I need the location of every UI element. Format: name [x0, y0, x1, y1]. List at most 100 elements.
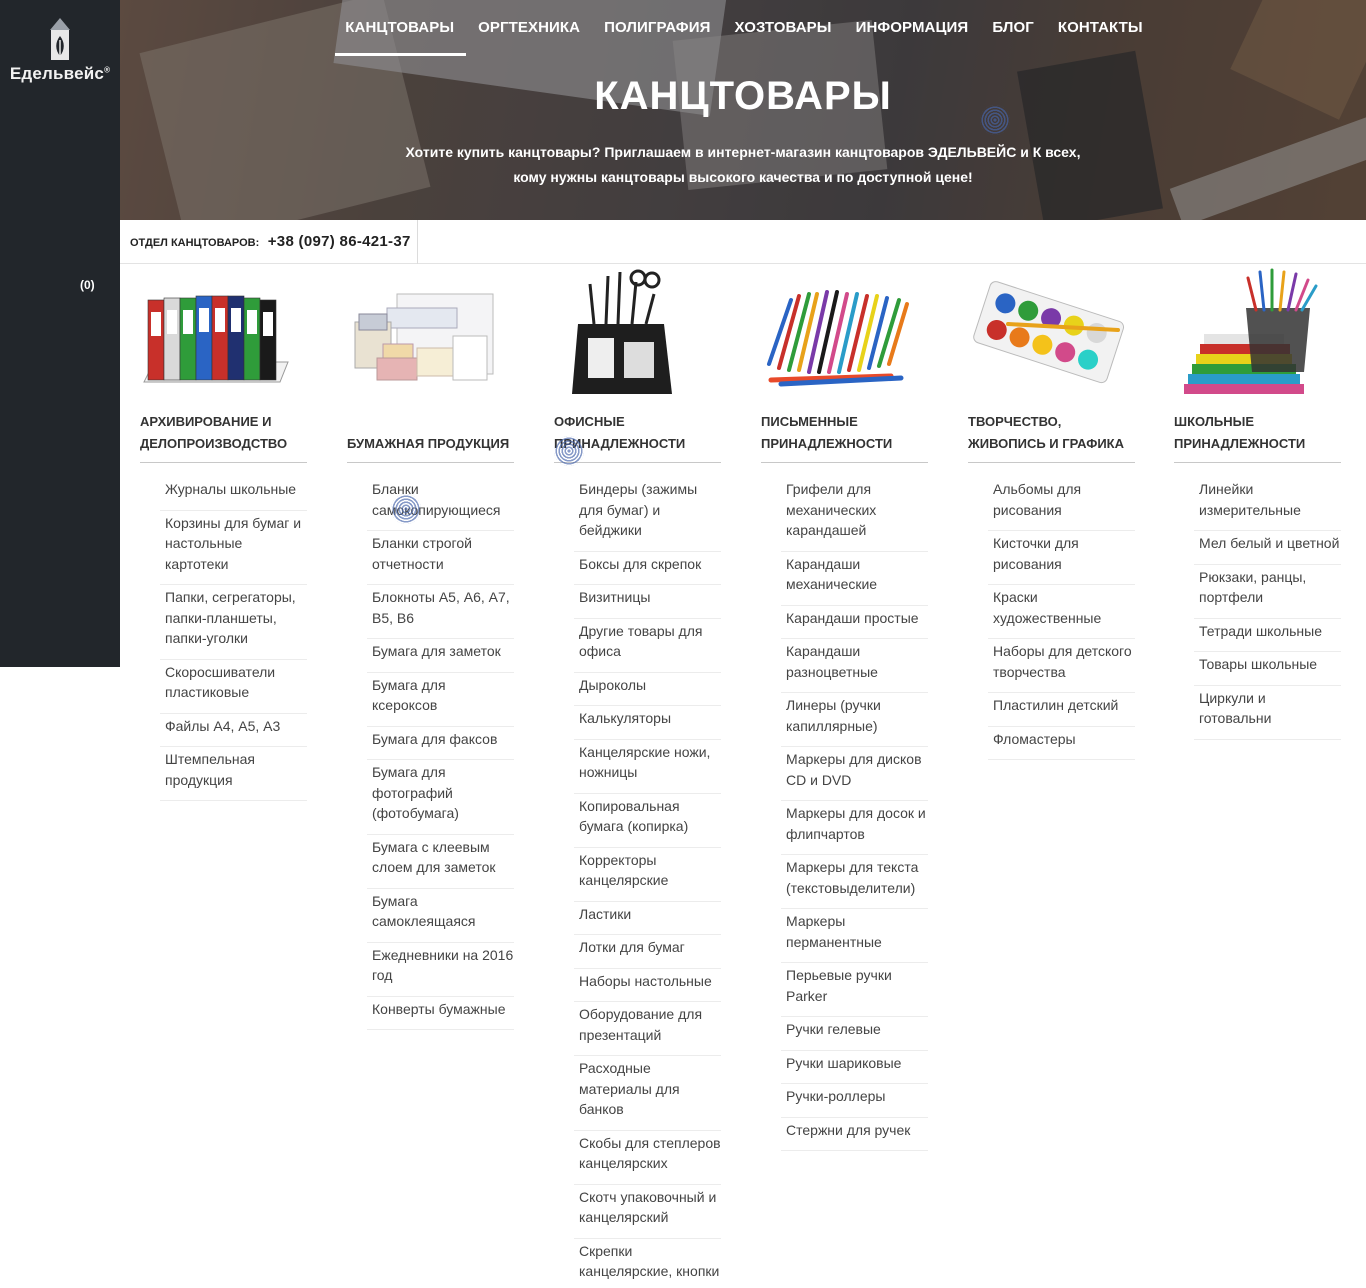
list-item[interactable]: Скоросшиватели пластиковые	[160, 661, 307, 714]
list-item[interactable]: Блокноты А5, А6, А7, В5, В6	[367, 586, 514, 639]
binders-image[interactable]	[140, 264, 307, 400]
school-supplies-image[interactable]	[1174, 264, 1341, 400]
watercolor-image[interactable]	[968, 264, 1135, 400]
list-item[interactable]: Конверты бумажные	[367, 998, 514, 1030]
list-item[interactable]: Перьевые ручки Parker	[781, 964, 928, 1017]
list-item[interactable]: Штемпельная продукция	[160, 748, 307, 801]
category-column: ОФИСНЫЕ ПРИНАДЛЕЖНОСТИ Биндеры (зажимы д…	[554, 264, 721, 1279]
category-divider	[347, 462, 514, 463]
category-title[interactable]: АРХИВИРОВАНИЕ И ДЕЛОПРОИЗВОДСТВО	[140, 411, 307, 455]
list-item[interactable]: Бумага для ксероксов	[367, 674, 514, 727]
list-item[interactable]: Маркеры для досок и флипчартов	[781, 802, 928, 855]
list-item[interactable]: Визитницы	[574, 586, 721, 619]
sidebar: Едельвейс® (0)	[0, 0, 120, 667]
list-item[interactable]: Скобы для степлеров канцелярских	[574, 1132, 721, 1185]
category-column: БУМАЖНАЯ ПРОДУКЦИЯ Бланки самокопирующие…	[347, 264, 514, 1030]
list-item[interactable]: Маркеры для текста (текстовыделители)	[781, 856, 928, 909]
list-item[interactable]: Маркеры перманентные	[781, 910, 928, 963]
loading-spinner-icon	[391, 494, 421, 524]
list-item[interactable]: Наборы для детского творчества	[988, 640, 1135, 693]
list-item[interactable]: Линейки измерительные	[1194, 479, 1341, 531]
list-item[interactable]: Корректоры канцелярские	[574, 849, 721, 902]
list-item[interactable]: Папки, сегрегаторы, папки-планшеты, папк…	[160, 586, 307, 660]
cart-count[interactable]: (0)	[80, 278, 95, 292]
desk-organizer-image[interactable]	[554, 264, 721, 400]
list-item[interactable]: Наборы настольные	[574, 970, 721, 1002]
nav-item-hoztovary[interactable]: ХОЗТОВАРЫ	[722, 0, 843, 56]
list-item[interactable]: Ластики	[574, 903, 721, 935]
list-item[interactable]: Корзины для бумаг и настольные картотеки	[160, 512, 307, 585]
list-item[interactable]: Тетради школьные	[1194, 620, 1341, 652]
nav-item-kantstovary[interactable]: КАНЦТОВАРЫ	[333, 0, 466, 56]
list-item[interactable]: Копировальная бумага (копирка)	[574, 795, 721, 848]
list-item[interactable]: Дыроколы	[574, 674, 721, 706]
list-item[interactable]: Бумага для заметок	[367, 640, 514, 673]
list-item[interactable]: Стержни для ручек	[781, 1119, 928, 1151]
hero-banner: КАНЦТОВАРЫ ОРГТЕХНИКА ПОЛИГРАФИЯ ХОЗТОВА…	[120, 0, 1366, 220]
phone-box: ОТДЕЛ КАНЦТОВАРОВ: +38 (097) 86-421-37	[120, 220, 418, 264]
list-item[interactable]: Лотки для бумаг	[574, 936, 721, 969]
list-item[interactable]: Биндеры (зажимы для бумаг) и бейджики	[574, 479, 721, 552]
list-item[interactable]: Альбомы для рисования	[988, 479, 1135, 531]
list-item[interactable]: Краски художественные	[988, 586, 1135, 639]
category-list: Бланки самокопирующиеся Бланки строгой о…	[367, 479, 514, 1031]
list-item[interactable]: Бумага с клеевым слоем для заметок	[367, 836, 514, 889]
category-list: Биндеры (зажимы для бумаг) и бейджики Бо…	[574, 479, 721, 1288]
nav-item-kontakty[interactable]: КОНТАКТЫ	[1046, 0, 1155, 56]
nav-item-orgtehnika[interactable]: ОРГТЕХНИКА	[466, 0, 592, 56]
category-column: ТВОРЧЕСТВО, ЖИВОПИСЬ И ГРАФИКА Альбомы д…	[968, 264, 1135, 760]
list-item[interactable]: Боксы для скрепок	[574, 553, 721, 585]
category-list: Грифели для механических карандашей Кара…	[781, 479, 928, 1152]
list-item[interactable]: Циркули и готовальни	[1194, 687, 1341, 740]
list-item[interactable]: Карандаши механические	[781, 553, 928, 606]
list-item[interactable]: Калькуляторы	[574, 707, 721, 740]
list-item[interactable]: Ручки шариковые	[781, 1052, 928, 1084]
category-title[interactable]: ТВОРЧЕСТВО, ЖИВОПИСЬ И ГРАФИКА	[968, 411, 1135, 455]
paper-products-image[interactable]	[347, 264, 514, 400]
list-item[interactable]: Оборудование для презентаций	[574, 1003, 721, 1056]
list-item[interactable]: Бумага для факсов	[367, 728, 514, 760]
list-item[interactable]: Скотч упаковочный и канцелярский	[574, 1186, 721, 1239]
list-item[interactable]: Журналы школьные	[160, 479, 307, 511]
logo[interactable]: Едельвейс®	[0, 16, 120, 84]
list-item[interactable]: Карандаши разноцветные	[781, 640, 928, 693]
pens-image[interactable]	[761, 264, 928, 400]
list-item[interactable]: Кисточки для рисования	[988, 532, 1135, 585]
list-item[interactable]: Ручки-роллеры	[781, 1085, 928, 1118]
category-column: ШКОЛЬНЫЕ ПРИНАДЛЕЖНОСТИ Линейки измерите…	[1174, 264, 1341, 740]
category-title[interactable]: ПИСЬМЕННЫЕ ПРИНАДЛЕЖНОСТИ	[761, 411, 928, 455]
phone-number[interactable]: +38 (097) 86-421-37	[268, 233, 411, 250]
list-item[interactable]: Мел белый и цветной	[1194, 532, 1341, 565]
nav-item-informaciya[interactable]: ИНФОРМАЦИЯ	[844, 0, 981, 56]
category-list: Альбомы для рисования Кисточки для рисов…	[988, 479, 1135, 761]
list-item[interactable]: Рюкзаки, ранцы, портфели	[1194, 566, 1341, 619]
list-item[interactable]: Другие товары для офиса	[574, 620, 721, 673]
list-item[interactable]: Бланки самокопирующиеся	[367, 479, 514, 531]
category-divider	[554, 462, 721, 463]
list-item[interactable]: Пластилин детский	[988, 694, 1135, 727]
category-title[interactable]: ШКОЛЬНЫЕ ПРИНАДЛЕЖНОСТИ	[1174, 411, 1341, 455]
nav-item-blog[interactable]: БЛОГ	[980, 0, 1046, 56]
list-item[interactable]: Скрепки канцелярские, кнопки	[574, 1240, 721, 1288]
list-item[interactable]: Ручки гелевые	[781, 1018, 928, 1051]
list-item[interactable]: Расходные материалы для банков	[574, 1057, 721, 1131]
list-item[interactable]: Грифели для механических карандашей	[781, 479, 928, 552]
nav-item-poligrafiya[interactable]: ПОЛИГРАФИЯ	[592, 0, 722, 56]
list-item[interactable]: Бумага самоклеящаяся	[367, 890, 514, 943]
hero-description: Хотите купить канцтовары? Приглашаем в и…	[405, 144, 1081, 185]
category-divider	[1174, 462, 1341, 463]
category-title[interactable]: БУМАЖНАЯ ПРОДУКЦИЯ	[347, 433, 514, 455]
list-item[interactable]: Бумага для фотографий (фотобумага)	[367, 761, 514, 835]
list-item[interactable]: Бланки строгой отчетности	[367, 532, 514, 585]
list-item[interactable]: Маркеры для дисков CD и DVD	[781, 748, 928, 801]
list-item[interactable]: Ежедневники на 2016 год	[367, 944, 514, 997]
category-list: Журналы школьные Корзины для бумаг и нас…	[160, 479, 307, 802]
page-title: КАНЦТОВАРЫ	[594, 74, 892, 118]
list-item[interactable]: Линеры (ручки капиллярные)	[781, 694, 928, 747]
category-column: АРХИВИРОВАНИЕ И ДЕЛОПРОИЗВОДСТВО Журналы…	[140, 264, 307, 801]
list-item[interactable]: Карандаши простые	[781, 607, 928, 639]
list-item[interactable]: Канцелярские ножи, ножницы	[574, 741, 721, 794]
list-item[interactable]: Файлы А4, А5, А3	[160, 715, 307, 747]
list-item[interactable]: Товары школьные	[1194, 653, 1341, 686]
list-item[interactable]: Фломастеры	[988, 728, 1135, 760]
